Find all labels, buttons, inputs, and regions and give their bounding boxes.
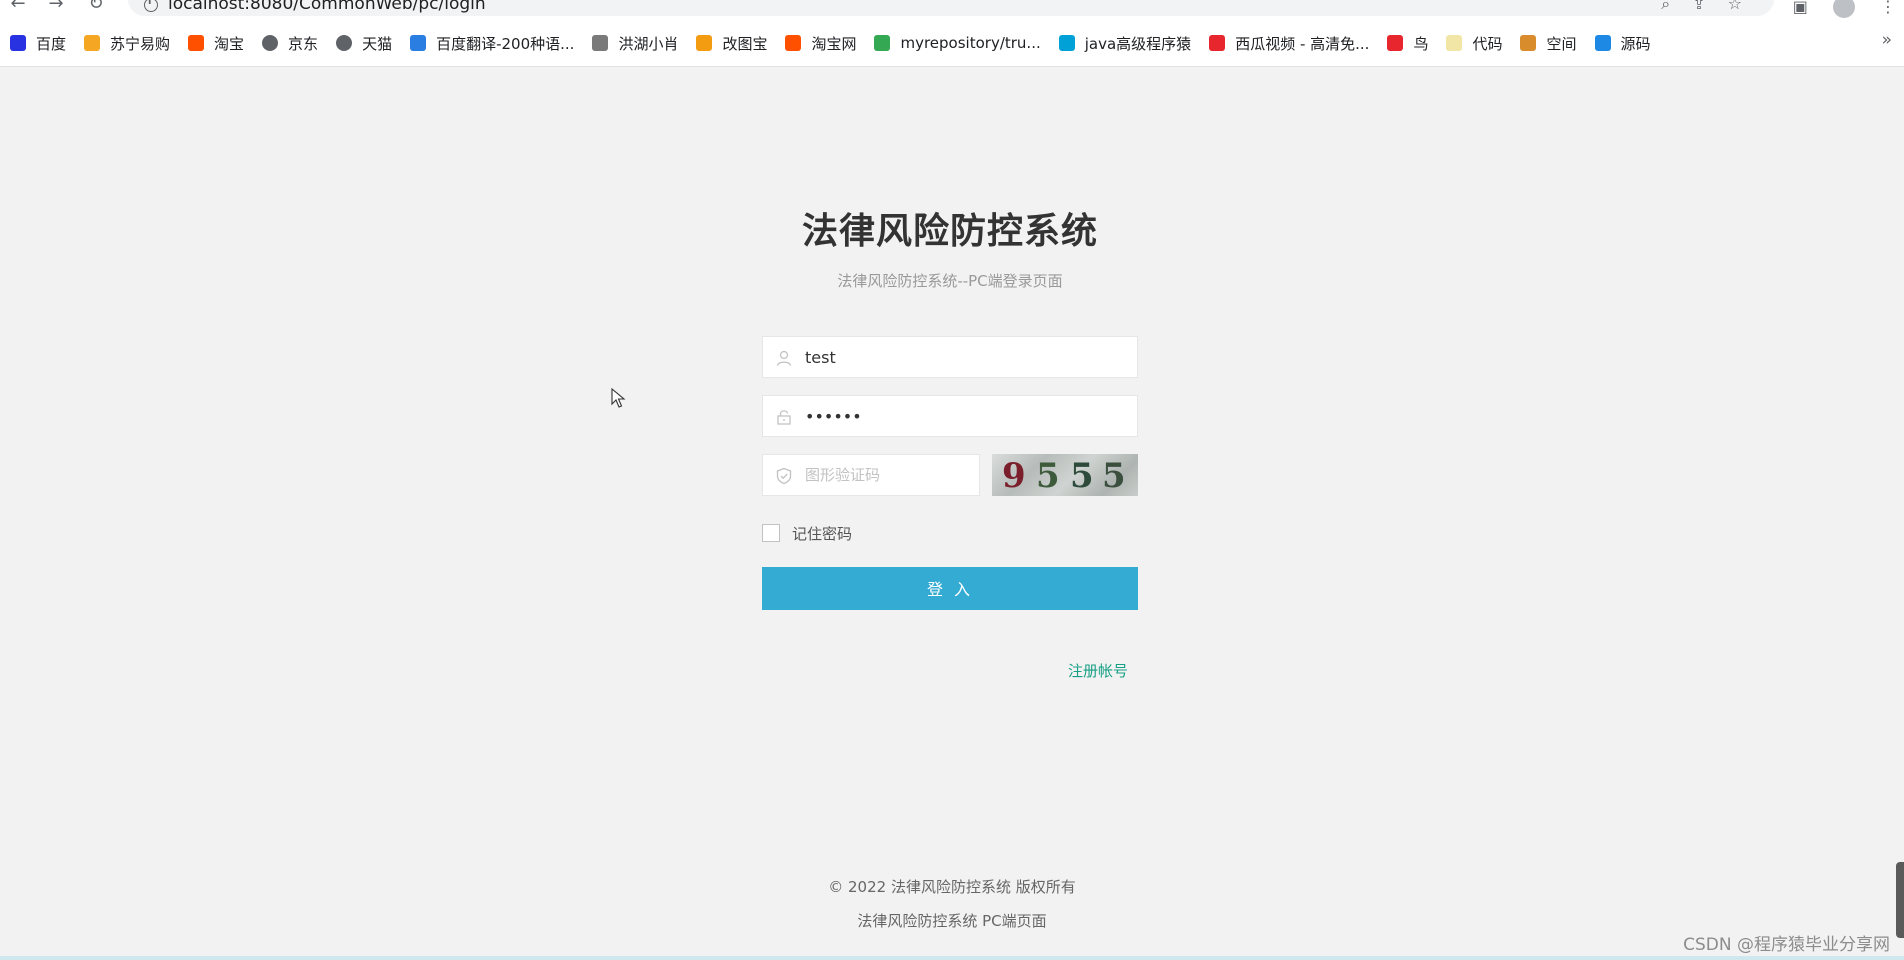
share-icon[interactable]: ⇪ bbox=[1692, 0, 1727, 13]
bookmark-label: 淘宝网 bbox=[811, 34, 857, 53]
shield-check-icon bbox=[776, 467, 792, 485]
bookmark-star-icon[interactable]: ☆ bbox=[1728, 0, 1764, 13]
bookmark-label: 代码 bbox=[1472, 34, 1503, 53]
side-panel-icon[interactable]: ▣ bbox=[1793, 0, 1808, 16]
taobao-icon bbox=[785, 35, 802, 51]
bookmark-item[interactable]: 洪湖小肖 bbox=[592, 33, 678, 54]
bookmark-label: 天猫 bbox=[362, 34, 393, 53]
xigua-icon bbox=[1209, 35, 1226, 51]
bookmark-item[interactable]: 鸟 bbox=[1387, 33, 1428, 54]
password-input[interactable] bbox=[805, 396, 1125, 436]
profile-avatar-icon[interactable] bbox=[1832, 0, 1855, 18]
toolbar-right: ▣ ⋮ bbox=[1773, 0, 1896, 18]
login-button[interactable]: 登 入 bbox=[762, 567, 1138, 610]
bookmark-item[interactable]: 淘宝 bbox=[188, 33, 244, 54]
bookmark-label: 百度翻译-200种语... bbox=[436, 34, 575, 53]
user-icon bbox=[776, 350, 792, 366]
bookmark-item[interactable]: 百度 bbox=[10, 33, 66, 54]
bookmark-item[interactable]: 源码 bbox=[1594, 33, 1651, 54]
username-input[interactable] bbox=[805, 337, 1125, 377]
lock-icon bbox=[777, 410, 791, 425]
bilibili-icon bbox=[1058, 35, 1075, 51]
bookmark-item[interactable]: 西瓜视频 - 高清免... bbox=[1209, 33, 1369, 54]
login-panel: 法律风险防控系统 法律风险防控系统--PC端登录页面 9 5 5 5 bbox=[762, 200, 1138, 680]
bookmarks-overflow-button[interactable]: » bbox=[1882, 30, 1892, 50]
suning-icon bbox=[84, 35, 101, 51]
bookmark-label: 苏宁易购 bbox=[110, 34, 171, 53]
url-text[interactable]: localhost:8080/CommonWeb/pc/login bbox=[168, 0, 486, 14]
bookmark-item[interactable]: 百度翻译-200种语... bbox=[410, 33, 574, 54]
page-title: 法律风险防控系统 bbox=[801, 211, 1098, 252]
captcha-input[interactable] bbox=[805, 455, 970, 495]
bookmark-label: 百度 bbox=[36, 34, 67, 53]
captcha-field bbox=[762, 454, 980, 496]
translate-icon bbox=[410, 35, 427, 51]
globe-icon bbox=[336, 35, 353, 51]
reload-icon[interactable]: ↻ bbox=[84, 0, 108, 16]
bookmarks-bar: 百度 苏宁易购 淘宝 京东 天猫 百度翻译-200种语... 洪湖小肖 改图宝 淘宝网 myrep… bbox=[0, 30, 1904, 56]
bookmark-label: 西瓜视频 - 高清免... bbox=[1235, 34, 1370, 53]
footer-copyright: © 2022 法律风险防控系统 版权所有 bbox=[828, 878, 1076, 896]
bookmark-item[interactable]: 天猫 bbox=[336, 33, 392, 54]
bookmark-label: java高级程序猿 bbox=[1084, 34, 1192, 53]
csdn-watermark: CSDN @程序猿毕业分享网 bbox=[1683, 935, 1890, 955]
address-bar-row: ← → ↻ localhost:8080/CommonWeb/pc/login … bbox=[0, 0, 1904, 18]
bookmark-label: 淘宝 bbox=[214, 34, 245, 53]
back-arrow-icon[interactable]: ← bbox=[6, 0, 30, 16]
captcha-digit: 5 bbox=[1070, 456, 1094, 496]
footer: © 2022 法律风险防控系统 版权所有 法律风险防控系统 PC端页面 bbox=[0, 870, 1904, 938]
captcha-image[interactable]: 9 5 5 5 bbox=[992, 454, 1138, 496]
bookmark-item[interactable]: myrepository/tru... bbox=[874, 34, 1041, 52]
remember-checkbox[interactable] bbox=[762, 524, 780, 542]
fish-icon bbox=[1594, 35, 1611, 51]
bookmark-label: myrepository/tru... bbox=[900, 34, 1041, 52]
globe-icon bbox=[262, 35, 279, 51]
remember-label[interactable]: 记住密码 bbox=[792, 523, 852, 544]
bottom-edge bbox=[0, 956, 1904, 960]
bookmark-item[interactable]: 代码 bbox=[1446, 33, 1502, 54]
bookmark-item[interactable]: 空间 bbox=[1520, 33, 1577, 54]
username-field bbox=[762, 336, 1138, 378]
bookmark-item[interactable]: 改图宝 bbox=[696, 33, 767, 54]
baidu-icon bbox=[10, 35, 26, 51]
page-subtitle: 法律风险防控系统--PC端登录页面 bbox=[837, 272, 1063, 290]
taobao-icon bbox=[188, 35, 205, 51]
url-actions: ⌕⇪☆ bbox=[1661, 0, 1764, 14]
url-bar[interactable]: localhost:8080/CommonWeb/pc/login ⌕⇪☆ bbox=[128, 0, 1774, 16]
bookmark-label: 京东 bbox=[288, 34, 319, 53]
bookmark-label: 源码 bbox=[1620, 34, 1651, 53]
zoom-icon[interactable]: ⌕ bbox=[1661, 0, 1692, 13]
gaitubao-icon bbox=[696, 35, 713, 51]
password-field bbox=[762, 395, 1138, 437]
remember-password: 记住密码 bbox=[762, 522, 852, 544]
register-link[interactable]: 注册帐号 bbox=[1068, 660, 1128, 681]
captcha-digit: 5 bbox=[1036, 456, 1060, 496]
forward-arrow-icon[interactable]: → bbox=[44, 0, 68, 16]
bookmark-item[interactable]: 苏宁易购 bbox=[84, 33, 170, 54]
bird-icon bbox=[592, 35, 609, 51]
bookmark-label: 改图宝 bbox=[722, 34, 768, 53]
captcha-row: 9 5 5 5 bbox=[762, 454, 1138, 496]
qzone-icon bbox=[1520, 35, 1537, 51]
bird-red-icon bbox=[1387, 35, 1404, 51]
bookmark-item[interactable]: 淘宝网 bbox=[785, 33, 856, 54]
bookmark-item[interactable]: 京东 bbox=[262, 33, 318, 54]
site-info-icon[interactable] bbox=[144, 0, 158, 12]
bookmark-label: 鸟 bbox=[1413, 34, 1429, 53]
browser-chrome: ← → ↻ localhost:8080/CommonWeb/pc/login … bbox=[0, 0, 1904, 67]
menu-kebab-icon[interactable]: ⋮ bbox=[1880, 0, 1896, 16]
chrome-icon bbox=[874, 35, 891, 51]
bookmark-label: 空间 bbox=[1546, 34, 1577, 53]
captcha-digit: 9 bbox=[1002, 456, 1026, 496]
footer-page-name: 法律风险防控系统 PC端页面 bbox=[857, 912, 1047, 930]
side-tab-handle[interactable] bbox=[1896, 862, 1904, 938]
captcha-digit: 5 bbox=[1102, 456, 1126, 496]
mouse-cursor-icon bbox=[611, 388, 626, 408]
bookmark-label: 洪湖小肖 bbox=[618, 34, 679, 53]
code-icon bbox=[1446, 35, 1463, 51]
bookmark-item[interactable]: java高级程序猿 bbox=[1058, 33, 1192, 54]
